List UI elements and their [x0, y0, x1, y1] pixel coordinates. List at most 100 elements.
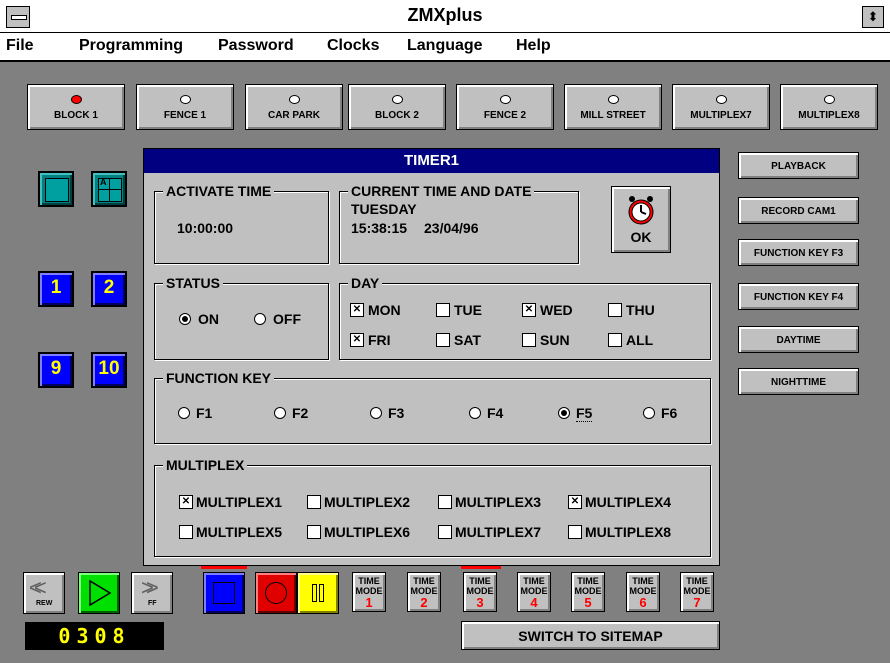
title-bar: ZMXplus ⬍ [0, 0, 890, 33]
stop-active-indicator [201, 566, 247, 569]
multiplex-3-checkbox[interactable] [438, 495, 452, 509]
zone-button-5[interactable]: FENCE 2 [456, 84, 554, 130]
time-mode-2-button[interactable]: TIME MODE 2 [407, 572, 441, 612]
activate-time-value[interactable]: 10:00:00 [177, 220, 233, 236]
time-mode-2-label: TIME MODE [410, 576, 438, 596]
activate-time-label: ACTIVATE TIME [163, 183, 275, 199]
time-mode-3-button[interactable]: TIME MODE 3 [463, 572, 497, 612]
function-key-f6-radio[interactable] [643, 407, 655, 419]
day-sun-checkbox[interactable] [522, 333, 536, 347]
menu-password[interactable]: Password [218, 37, 294, 55]
time-mode-6-number: 6 [639, 595, 647, 610]
time-mode-4-label: TIME MODE [520, 576, 548, 596]
day-thu-checkbox[interactable] [608, 303, 622, 317]
status-off-radio[interactable] [254, 313, 266, 325]
nighttime-button[interactable]: NIGHTTIME [738, 368, 859, 395]
function-key-label: FUNCTION KEY [163, 370, 274, 386]
stop-button[interactable] [203, 572, 245, 614]
menu-bar: File Programming Password Clocks Languag… [0, 33, 890, 62]
multiplex-8-checkbox[interactable] [568, 525, 582, 539]
menu-help[interactable]: Help [516, 37, 551, 55]
camera-9-button[interactable]: 9 [38, 352, 74, 388]
record-cam1-button[interactable]: RECORD CAM1 [738, 197, 859, 224]
time-mode-7-button[interactable]: TIME MODE 7 [680, 572, 714, 612]
timer-dialog: TIMER1 ACTIVATE TIME 10:00:00 CURRENT TI… [143, 148, 720, 566]
time-mode-7-label: TIME MODE [683, 576, 711, 596]
day-fri-checkbox[interactable]: ✕ [350, 333, 364, 347]
multiplex-group: MULTIPLEX ✕ MULTIPLEX1 MULTIPLEX2 MULTIPLEX… [154, 457, 711, 557]
record-button[interactable] [255, 572, 297, 614]
maximize-button[interactable]: ⬍ [862, 6, 884, 28]
function-key-f5-radio[interactable] [558, 407, 570, 419]
multiplex-2-checkbox[interactable] [307, 495, 321, 509]
multiplex-5-checkbox[interactable] [179, 525, 193, 539]
camera-2-button[interactable]: 2 [91, 271, 127, 307]
function-key-f4-button[interactable]: FUNCTION KEY F4 [738, 283, 859, 310]
zone-label-4: BLOCK 2 [375, 110, 419, 121]
day-tue-checkbox[interactable] [436, 303, 450, 317]
pause-button[interactable] [297, 572, 339, 614]
zone-button-7[interactable]: MULTIPLEX7 [672, 84, 770, 130]
activate-time-group: ACTIVATE TIME 10:00:00 [154, 183, 329, 264]
function-key-f4-radio[interactable] [469, 407, 481, 419]
ok-button[interactable]: OK [611, 186, 671, 253]
function-key-f1-radio[interactable] [178, 407, 190, 419]
playback-button[interactable]: PLAYBACK [738, 152, 859, 179]
multiplex-4-checkbox[interactable]: ✕ [568, 495, 582, 509]
zone-button-4[interactable]: BLOCK 2 [348, 84, 446, 130]
function-key-f4-label: F4 [487, 405, 504, 421]
zone-button-2[interactable]: FENCE 1 [136, 84, 234, 130]
day-mon-checkbox[interactable]: ✕ [350, 303, 364, 317]
zone-button-3[interactable]: CAR PARK [245, 84, 343, 130]
status-group: STATUS ON OFF [154, 275, 329, 360]
play-button[interactable] [78, 572, 120, 614]
time-mode-active-indicator [461, 566, 501, 569]
time-mode-1-button[interactable]: TIME MODE 1 [352, 572, 386, 612]
function-key-f3-label: F3 [388, 405, 405, 421]
day-sun-label: SUN [540, 332, 570, 348]
day-wed-checkbox[interactable]: ✕ [522, 303, 536, 317]
menu-clocks[interactable]: Clocks [327, 37, 379, 55]
menu-language[interactable]: Language [407, 37, 483, 55]
switch-to-sitemap-button[interactable]: SWITCH TO SITEMAP [461, 621, 720, 650]
multiplex-7-checkbox[interactable] [438, 525, 452, 539]
multiplex-5-label: MULTIPLEX5 [196, 524, 283, 540]
function-key-f2-radio[interactable] [274, 407, 286, 419]
menu-file[interactable]: File [6, 37, 34, 55]
fast-forward-button[interactable]: >> FF [131, 572, 173, 614]
daytime-button[interactable]: DAYTIME [738, 326, 859, 353]
zone-label-5: FENCE 2 [483, 110, 527, 121]
current-time-group: CURRENT TIME AND DATE TUESDAY 15:38:15 2… [339, 183, 579, 264]
multiplex-1-checkbox[interactable]: ✕ [179, 495, 193, 509]
time-mode-6-button[interactable]: TIME MODE 6 [626, 572, 660, 612]
day-all-label: ALL [626, 332, 654, 348]
day-all-checkbox[interactable] [608, 333, 622, 347]
status-on-radio[interactable] [179, 313, 191, 325]
counter-display: 0308 [24, 621, 165, 651]
zone-button-6[interactable]: MILL STREET [564, 84, 662, 130]
function-key-f2-label: F2 [292, 405, 309, 421]
multiplex-1-label: MULTIPLEX1 [196, 494, 283, 510]
multiplex-6-checkbox[interactable] [307, 525, 321, 539]
menu-programming[interactable]: Programming [79, 37, 183, 55]
function-key-f3-button[interactable]: FUNCTION KEY F3 [738, 239, 859, 266]
function-key-f3-radio[interactable] [370, 407, 382, 419]
zone-led-7 [715, 95, 727, 104]
function-key-f5-label: F5 [576, 405, 593, 422]
quad-view-button[interactable]: A [91, 171, 127, 207]
camera-1-button[interactable]: 1 [38, 271, 74, 307]
zone-button-1[interactable]: BLOCK 1 [27, 84, 125, 130]
time-mode-5-button[interactable]: TIME MODE 5 [571, 572, 605, 612]
rewind-button[interactable]: << REW [23, 572, 65, 614]
zone-led-4 [391, 95, 403, 104]
zone-led-3 [288, 95, 300, 104]
camera-10-button[interactable]: 10 [91, 352, 127, 388]
time-mode-4-button[interactable]: TIME MODE 4 [517, 572, 551, 612]
day-sat-checkbox[interactable] [436, 333, 450, 347]
single-view-button[interactable] [38, 171, 74, 207]
day-tue-label: TUE [454, 302, 482, 318]
zone-button-8[interactable]: MULTIPLEX8 [780, 84, 878, 130]
dialog-title: TIMER1 [144, 149, 719, 173]
day-fri-label: FRI [368, 332, 391, 348]
day-mon-label: MON [368, 302, 401, 318]
